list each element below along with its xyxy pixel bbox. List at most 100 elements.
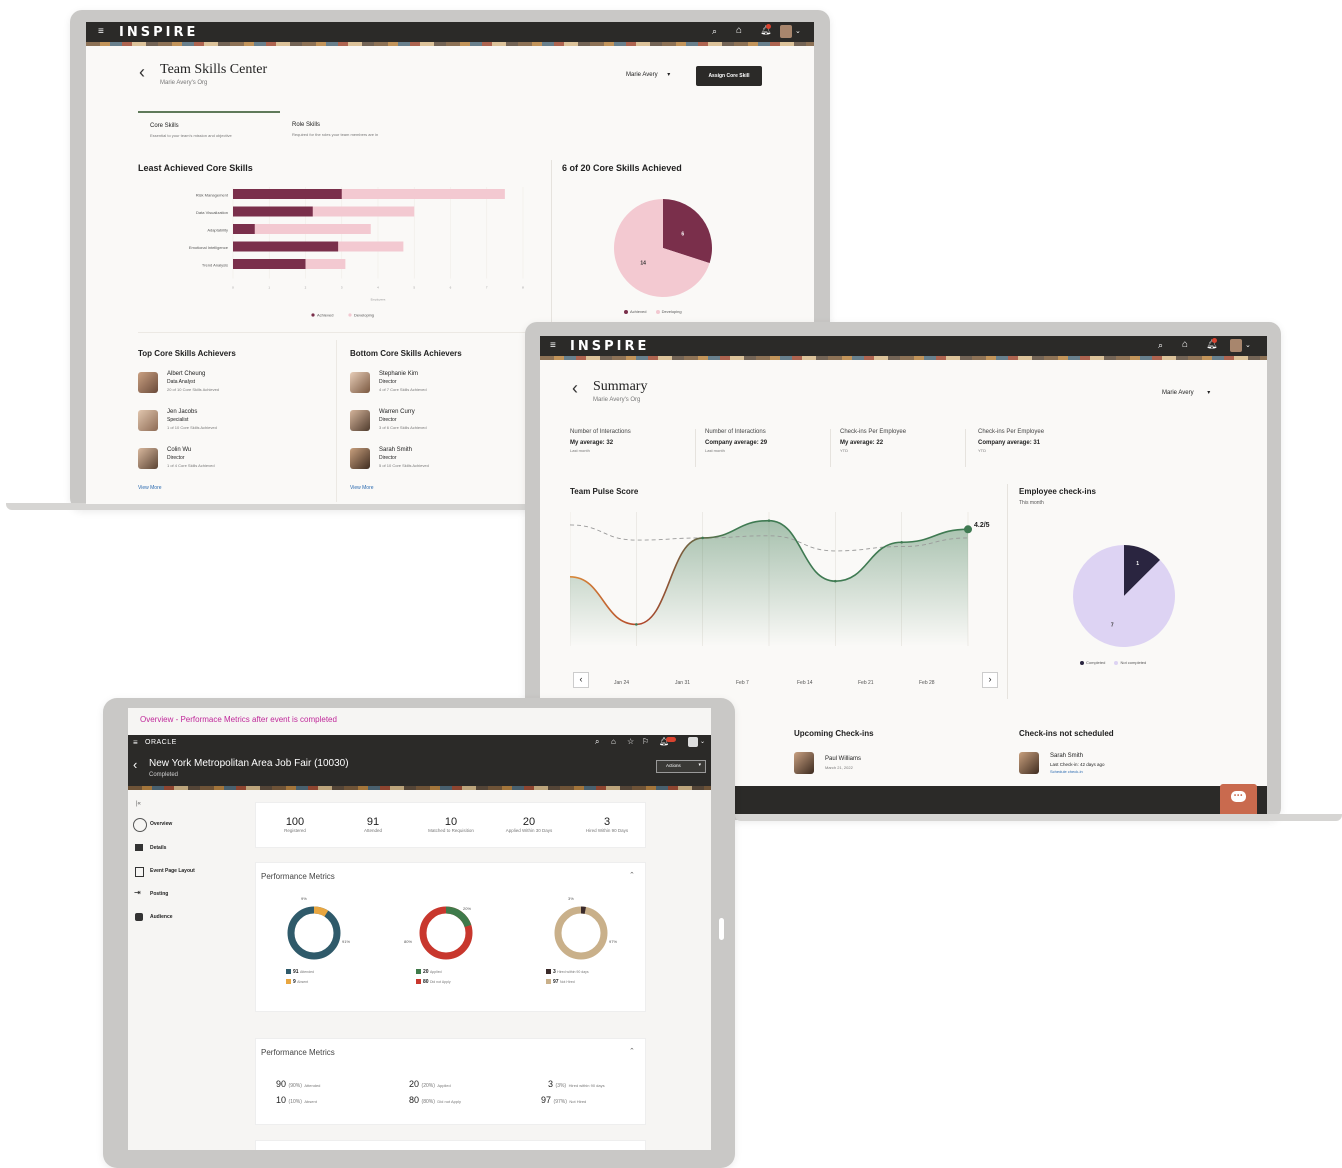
actions-label: Actions	[666, 763, 681, 768]
tablet-button	[719, 918, 724, 940]
kpi-card: 100 Registered 91 Attended 10 Matched to…	[255, 802, 646, 848]
metric-card: Check-ins Per Employee Company average: …	[978, 429, 1103, 467]
home-icon[interactable]: ⌂	[736, 25, 742, 36]
pie-legend: Achieved Developing	[624, 309, 682, 314]
collapse-nav-icon[interactable]: |«	[136, 801, 141, 807]
list-item[interactable]: Sarah Smith Director 5 of 10 Core Skills…	[350, 446, 530, 474]
x-tick-label: Feb 7	[736, 680, 749, 686]
legend-label: Achieved	[317, 313, 333, 318]
avatar[interactable]	[688, 737, 698, 747]
user-select-label: Marie Avery	[626, 72, 658, 78]
star-icon[interactable]: ☆	[627, 737, 634, 746]
home-icon[interactable]: ⌂	[611, 737, 616, 746]
donut-ring	[554, 906, 608, 960]
chart-next-button[interactable]: ›	[982, 672, 998, 688]
notification-badge	[1212, 338, 1217, 343]
chevron-down-icon[interactable]: ⌄	[795, 27, 801, 35]
back-chevron-icon[interactable]: ‹	[572, 378, 578, 399]
pulse-value-label: 4.2/5	[974, 522, 990, 529]
caret-down-icon: ▾	[698, 762, 701, 768]
team-pulse-line-chart: Jan 24 Jan 31 Feb 7 Feb 14 Feb 21 Feb 28	[570, 512, 972, 686]
kpi-label: Matched to Requisition	[428, 828, 474, 833]
bar-achieved	[233, 241, 339, 252]
kpi-value: 100	[285, 816, 305, 828]
search-icon[interactable]: ⌕	[1158, 340, 1163, 351]
legend-dot	[348, 313, 352, 317]
view-more-link[interactable]: View More	[138, 485, 162, 491]
sidebar-item-overview[interactable]: Overview	[133, 818, 243, 834]
kpi-item: 20 Applied Within 30 Days	[490, 816, 568, 833]
legend-developing-swatch	[655, 309, 660, 314]
event-screen: Overview - Performace Metrics after even…	[128, 708, 711, 1150]
metric-card: Number of Interactions Company average: …	[705, 429, 831, 467]
chevron-down-icon[interactable]: ⌄	[1245, 341, 1251, 349]
avatar[interactable]	[1230, 339, 1242, 352]
breadcrumb: Overview - Performace Metrics after even…	[140, 715, 337, 724]
x-tick-label: Jan 24	[614, 680, 629, 686]
metric-label: Check-ins Per Employee	[978, 429, 1045, 435]
search-icon[interactable]: ⌕	[712, 26, 717, 37]
chat-button[interactable]: •••	[1220, 784, 1257, 814]
legend-value: 3	[553, 969, 556, 975]
sidebar-item-audience[interactable]: Audience	[133, 912, 243, 926]
list-item[interactable]: Paul Williams March 21, 2022	[794, 752, 954, 776]
back-chevron-icon[interactable]: ‹	[133, 757, 137, 772]
legend-label: Hired within 90 days	[557, 970, 589, 974]
home-icon[interactable]: ⌂	[1182, 339, 1188, 350]
cell-percent: (97%)	[553, 1099, 567, 1105]
user-select[interactable]: Marie Avery ▾	[1162, 389, 1210, 396]
avatar[interactable]	[780, 25, 792, 38]
list-item[interactable]: Warren Curry Director 3 of 6 Core Skills…	[350, 408, 530, 436]
schedule-checkin-link[interactable]: Schedule check-in	[1050, 769, 1083, 774]
list-item[interactable]: Albert Cheung Data Analyst 20 of 10 Core…	[138, 370, 318, 398]
view-more-link[interactable]: View More	[350, 485, 374, 491]
performance-metrics-card: Performance Metrics ⌃ 9% 91% 20% 80% 3% 97% 9…	[255, 862, 646, 1012]
donut-pct-label: 80%	[404, 939, 412, 944]
legend-label: Applied	[429, 970, 442, 974]
list-item[interactable]: Sarah Smith Last Check-in: 42 days ago S…	[1019, 752, 1199, 778]
menu-icon[interactable]: ≡	[98, 26, 104, 37]
flag-icon[interactable]: ⚐	[642, 737, 649, 746]
person-detail: 1 of 4 Core Skills Achieved	[167, 463, 215, 468]
menu-icon[interactable]: ≡	[133, 738, 138, 747]
chevron-down-icon[interactable]: ⌄	[700, 738, 705, 745]
person-name: Warren Curry	[379, 409, 415, 415]
collapse-chevron-icon[interactable]: ⌃	[629, 1047, 635, 1055]
search-icon[interactable]: ⌕	[595, 737, 599, 747]
user-select[interactable]: Marie Avery ▾	[626, 71, 670, 78]
avatar	[138, 410, 158, 431]
sidebar-item-event-page-layout[interactable]: Event Page Layout	[133, 866, 243, 880]
bar-achieved	[233, 259, 306, 269]
legend-row: 20 Applied	[416, 969, 451, 975]
menu-icon[interactable]: ≡	[550, 340, 556, 351]
x-axis-label: Employees	[371, 298, 386, 302]
assign-core-skill-button[interactable]: Assign Core Skill	[696, 66, 762, 86]
brand-logo: ORACLE	[145, 739, 177, 746]
list-item[interactable]: Jen Jacobs Specialist 1 of 10 Core Skill…	[138, 408, 318, 436]
cell-number: 10	[276, 1095, 287, 1105]
tab-role-skills[interactable]: Role Skills Required for the roles your …	[280, 111, 480, 141]
metric-value: Company average: 29	[705, 440, 768, 446]
legend-swatch	[546, 969, 551, 975]
back-chevron-icon[interactable]: ‹	[139, 62, 145, 83]
chart-prev-button[interactable]: ‹	[573, 672, 589, 688]
sidebar-item-posting[interactable]: ⇥ Posting	[133, 888, 243, 903]
laptop-base-skills	[6, 503, 536, 510]
avatar	[350, 372, 370, 393]
checkins-title: Employee check-ins	[1019, 487, 1096, 496]
actions-menu-button[interactable]: Actions ▾	[656, 760, 706, 773]
sidebar-item-details[interactable]: Details	[133, 843, 243, 857]
pulse-area	[570, 520, 968, 646]
list-item[interactable]: Stephanie Kim Director 4 of 7 Core Skill…	[350, 370, 530, 398]
kpi-item: 3 Hired Within 90 Days	[568, 816, 646, 833]
data-point	[635, 623, 638, 626]
collapse-chevron-icon[interactable]: ⌃	[629, 871, 635, 879]
legend-swatch	[416, 979, 421, 985]
metric-period: Last month	[705, 448, 725, 453]
list-item[interactable]: Colin Wu Director 1 of 4 Core Skills Ach…	[138, 446, 318, 474]
kpi-value: 91	[366, 816, 380, 828]
legend-label: Absent	[297, 980, 309, 984]
tab-core-skills[interactable]: Core Skills Essential to your team's mis…	[138, 111, 280, 143]
laptop-base-summary	[735, 814, 1342, 821]
x-tick-label: Feb 14	[797, 680, 813, 686]
